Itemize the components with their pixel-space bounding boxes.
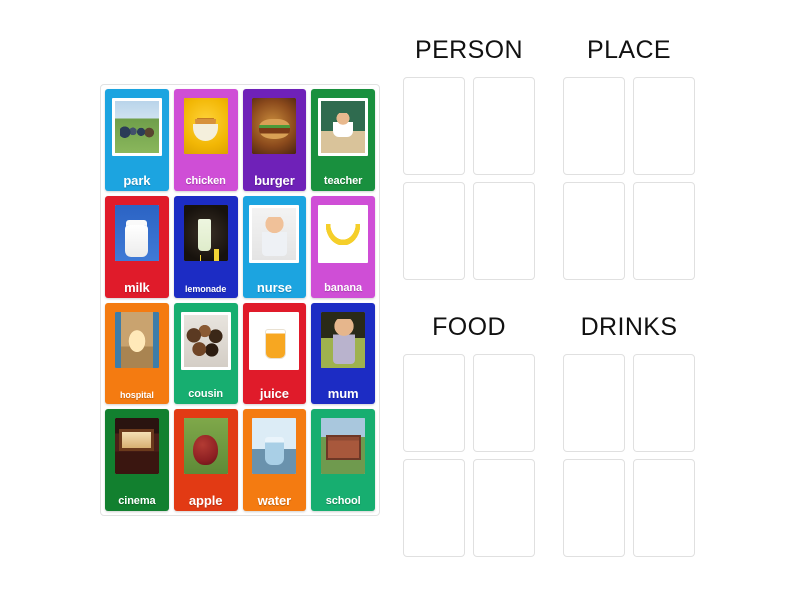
- card-illustration: [321, 207, 366, 260]
- word-card-juice[interactable]: juice: [242, 302, 307, 405]
- card-image-apple: [183, 418, 228, 475]
- card-illustration: [114, 101, 159, 153]
- card-label: banana: [324, 281, 363, 294]
- card-illustration: [252, 98, 297, 154]
- drop-slot[interactable]: [403, 459, 465, 557]
- drop-slot[interactable]: [473, 182, 535, 280]
- card-label: teacher: [323, 174, 363, 187]
- drop-slot[interactable]: [473, 77, 535, 175]
- word-card-school[interactable]: school: [311, 409, 375, 511]
- card-label: school: [325, 495, 361, 507]
- word-card-park[interactable]: park: [105, 89, 169, 191]
- word-card-banana[interactable]: banana: [311, 195, 375, 298]
- card-illustration: [321, 418, 366, 475]
- card-illustration: [183, 418, 228, 475]
- category-food: FOOD: [402, 315, 536, 557]
- word-card-cinema[interactable]: cinema: [105, 409, 169, 511]
- word-card-burger[interactable]: burger: [242, 89, 307, 191]
- card-illustration: [183, 98, 228, 154]
- card-image-park: [111, 98, 162, 156]
- drop-slot[interactable]: [403, 354, 465, 452]
- drop-slot[interactable]: [563, 354, 625, 452]
- word-card-water[interactable]: water: [242, 409, 307, 511]
- word-card-hospital[interactable]: hospital: [105, 302, 169, 405]
- drop-slot[interactable]: [563, 182, 625, 280]
- card-label: mum: [327, 386, 359, 402]
- slot-grid-drinks: [562, 354, 696, 557]
- drop-slot[interactable]: [563, 459, 625, 557]
- card-label: apple: [188, 493, 223, 508]
- card-image-water: [252, 418, 297, 475]
- card-label: hospital: [120, 390, 154, 401]
- slot-grid-food: [402, 354, 536, 557]
- card-image-milk: [114, 204, 159, 261]
- card-label: park: [123, 172, 151, 188]
- card-illustration: [114, 311, 159, 368]
- card-image-school: [321, 418, 366, 475]
- word-card-apple[interactable]: apple: [173, 409, 238, 511]
- category-title-food: FOOD: [432, 313, 506, 341]
- card-label: juice: [259, 386, 289, 402]
- card-illustration: [321, 101, 366, 153]
- word-card-milk[interactable]: milk: [105, 195, 169, 298]
- drop-slot[interactable]: [473, 459, 535, 557]
- card-illustration: [252, 418, 297, 475]
- card-label: water: [257, 493, 292, 508]
- word-card-nurse[interactable]: nurse: [242, 195, 307, 298]
- drop-slot[interactable]: [403, 77, 465, 175]
- word-card-lemonade[interactable]: lemonade: [173, 195, 238, 298]
- word-card-grid: park chicken burger teacher milk lemonade nurs…: [105, 89, 375, 511]
- category-title-place: PLACE: [587, 36, 671, 64]
- card-illustration: [321, 311, 366, 368]
- word-card-teacher[interactable]: teacher: [311, 89, 375, 191]
- card-label: nurse: [256, 279, 292, 295]
- drop-slot[interactable]: [633, 182, 695, 280]
- card-image-chicken: [183, 98, 228, 154]
- card-label: lemonade: [185, 283, 227, 294]
- card-image-cousin: [180, 311, 231, 370]
- card-image-lemonade: [183, 204, 228, 261]
- card-image-nurse: [249, 204, 300, 263]
- card-image-banana: [318, 204, 369, 263]
- card-image-hospital: [114, 311, 159, 368]
- category-place: PLACE: [562, 38, 696, 280]
- drop-slot[interactable]: [633, 354, 695, 452]
- drop-slot[interactable]: [473, 354, 535, 452]
- slot-grid-place: [562, 77, 696, 280]
- drop-slot[interactable]: [403, 182, 465, 280]
- card-image-cinema: [114, 418, 159, 475]
- card-illustration: [183, 314, 228, 367]
- word-card-cousin[interactable]: cousin: [173, 302, 238, 405]
- card-image-burger: [252, 98, 297, 154]
- slot-grid-person: [402, 77, 536, 280]
- card-illustration: [252, 314, 297, 367]
- card-illustration: [183, 204, 228, 261]
- card-label: cousin: [188, 388, 224, 401]
- card-illustration: [114, 418, 159, 475]
- word-card-mum[interactable]: mum: [311, 302, 375, 405]
- card-label: milk: [124, 279, 150, 295]
- card-image-mum: [321, 311, 366, 368]
- category-drinks: DRINKS: [562, 315, 696, 557]
- drop-slot[interactable]: [633, 459, 695, 557]
- card-image-juice: [249, 311, 300, 370]
- word-card-chicken[interactable]: chicken: [173, 89, 238, 191]
- word-card-tray: park chicken burger teacher milk lemonade nurs…: [100, 84, 380, 516]
- card-label: cinema: [118, 495, 156, 507]
- activity-stage: park chicken burger teacher milk lemonade nurs…: [0, 0, 800, 600]
- card-image-teacher: [318, 98, 369, 156]
- card-label: burger: [254, 172, 295, 188]
- card-illustration: [252, 207, 297, 260]
- drop-slot[interactable]: [633, 77, 695, 175]
- drop-slot[interactable]: [563, 77, 625, 175]
- card-label: chicken: [185, 174, 226, 187]
- category-title-person: PERSON: [415, 36, 523, 64]
- card-illustration: [114, 204, 159, 261]
- category-person: PERSON: [402, 38, 536, 280]
- category-title-drinks: DRINKS: [580, 313, 678, 341]
